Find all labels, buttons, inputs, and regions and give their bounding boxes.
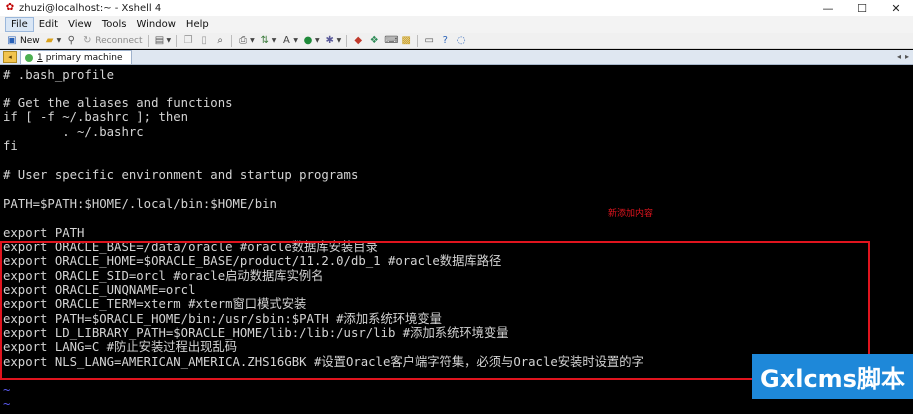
terminal-line: export ORACLE_SID=orcl #oracle启动数据库实例名 <box>3 269 324 283</box>
menu-bar: File Edit View Tools Window Help <box>0 16 913 33</box>
new-session-button[interactable]: ▣ New <box>4 34 42 48</box>
terminal-line: export LANG=C #防止安装过程出现乱码 <box>3 340 238 354</box>
folder-icon: ▰ <box>45 34 54 46</box>
terminal-line: PATH=$PATH:$HOME/.local/bin:$HOME/bin <box>3 197 277 211</box>
transfer-icon: ⇅ <box>260 34 269 46</box>
tab-scroll-left-icon[interactable]: ◂ <box>897 52 901 61</box>
chevron-down-icon: ▼ <box>336 37 342 44</box>
menu-help[interactable]: Help <box>181 17 214 32</box>
compose-button[interactable]: ▭ <box>421 34 437 48</box>
script-button[interactable]: ✱ ▼ <box>322 34 344 48</box>
link-icon: ⚲ <box>67 34 75 46</box>
new-session-label: New <box>20 35 40 46</box>
keyboard-button[interactable]: ⌨ <box>382 34 398 48</box>
properties-button[interactable]: ▤ ▼ <box>152 34 174 48</box>
find-button[interactable]: ⌕ <box>212 34 228 48</box>
terminal-line: if [ -f ~/.bashrc ]; then <box>3 110 189 124</box>
annotation-note: 新添加内容 <box>608 209 654 219</box>
paste-icon: ▯ <box>201 34 207 46</box>
terminal-line: export ORACLE_HOME=$ORACLE_BASE/product/… <box>3 254 502 268</box>
chevron-down-icon: ▼ <box>56 37 62 44</box>
reconnect-icon: ↻ <box>83 34 92 46</box>
session-tab-bar: ◂ 1 primary machine ◂ ▸ <box>0 50 913 65</box>
terminal-line: fi <box>3 139 18 153</box>
xftp-button[interactable]: ◆ <box>350 34 366 48</box>
menu-window[interactable]: Window <box>131 17 180 32</box>
chevron-down-icon: ▼ <box>166 37 172 44</box>
terminal-empty-line-marker: ~ <box>3 397 11 411</box>
help-button[interactable]: ? <box>437 34 453 48</box>
terminal-line: export LD_LIBRARY_PATH=$ORACLE_HOME/lib:… <box>3 326 509 340</box>
terminal-line: export ORACLE_BASE=/data/oracle #oracle数… <box>3 240 378 254</box>
toolbar: ▣ New ▰ ▼ ⚲ ↻ Reconnect ▤ ▼ ❐ ▯ ⌕ ⎙ ▼ ⇅ … <box>0 33 913 49</box>
tab-primary-machine[interactable]: 1 primary machine <box>20 50 132 64</box>
copy-button[interactable]: ❐ <box>180 34 196 48</box>
tab-scroll-right-icon[interactable]: ▸ <box>905 52 909 61</box>
search-icon: ⌕ <box>217 34 223 46</box>
terminal-line: export PATH <box>3 226 85 240</box>
font-icon: A <box>282 34 290 46</box>
terminal-line: . ~/.bashrc <box>3 125 144 139</box>
toolbar-separator <box>417 34 419 47</box>
xshell-app-icon: ✿ <box>5 2 15 13</box>
terminal-line: export ORACLE_UNQNAME=orcl <box>3 283 196 297</box>
reconnect-label: Reconnect <box>95 35 143 46</box>
chevron-down-icon: ▼ <box>315 37 320 44</box>
link-button[interactable]: ⚲ <box>63 34 79 48</box>
reconnect-button[interactable]: ↻ Reconnect <box>79 34 144 48</box>
terminal-line: # Get the aliases and functions <box>3 96 233 110</box>
watermark-logo: Gxlcms脚本 <box>752 354 913 399</box>
keyboard-icon: ⌨ <box>384 34 399 46</box>
color-scheme-button[interactable]: ● ▼ <box>300 34 322 48</box>
tab-number: 1 <box>37 52 43 63</box>
tunnel-button[interactable]: ❖ <box>366 34 382 48</box>
lock-icon: ▩ <box>401 34 411 46</box>
help-icon: ? <box>442 34 448 46</box>
compose-icon: ▭ <box>424 34 434 46</box>
terminal-empty-line-marker: ~ <box>3 383 11 397</box>
menu-view[interactable]: View <box>63 17 97 32</box>
chat-button[interactable]: ◌ <box>453 34 469 48</box>
terminal-line: export ORACLE_TERM=xterm #xterm窗口模式安装 <box>3 297 307 311</box>
terminal-line: # User specific environment and startup … <box>3 168 359 182</box>
menu-tools[interactable]: Tools <box>97 17 132 32</box>
toolbar-separator <box>147 34 149 47</box>
tunnel-icon: ❖ <box>369 34 379 46</box>
print-button[interactable]: ⎙ ▼ <box>235 34 257 48</box>
toolbar-separator <box>346 34 348 47</box>
paste-button[interactable]: ▯ <box>196 34 212 48</box>
toolbar-separator <box>231 34 233 47</box>
chevron-down-icon: ▼ <box>271 37 277 44</box>
tab-navigation: ◂ ▸ <box>897 52 909 61</box>
maximize-button[interactable]: ☐ <box>845 0 879 16</box>
xftp-icon: ◆ <box>354 34 363 46</box>
connected-status-icon <box>25 53 33 62</box>
transfer-button[interactable]: ⇅ ▼ <box>257 34 279 48</box>
new-session-icon: ▣ <box>7 34 17 46</box>
terminal-line: export PATH=$ORACLE_HOME/bin:/usr/sbin:$… <box>3 312 442 326</box>
color-scheme-icon: ● <box>303 34 313 46</box>
font-button[interactable]: A ▼ <box>278 34 300 48</box>
print-icon: ⎙ <box>239 34 248 46</box>
properties-icon: ▤ <box>154 34 165 46</box>
window-controls: — ☐ ✕ <box>811 0 913 16</box>
chevron-down-icon: ▼ <box>293 37 299 44</box>
chat-icon: ◌ <box>456 34 466 46</box>
lock-button[interactable]: ▩ <box>398 34 414 48</box>
session-manager-icon[interactable]: ◂ <box>3 51 17 63</box>
menu-file[interactable]: File <box>5 17 34 32</box>
chevron-down-icon: ▼ <box>250 37 255 44</box>
tab-label: primary machine <box>45 52 123 63</box>
close-button[interactable]: ✕ <box>879 0 913 16</box>
open-button[interactable]: ▰ ▼ <box>42 34 64 48</box>
script-icon: ✱ <box>325 34 334 46</box>
terminal-line: export NLS_LANG=AMERICAN_AMERICA.ZHS16GB… <box>3 355 644 369</box>
title-bar: ✿ zhuzi@localhost:~ - Xshell 4 — ☐ ✕ <box>0 0 913 16</box>
copy-icon: ❐ <box>183 34 193 46</box>
terminal-line: # .bash_profile <box>3 68 115 82</box>
window-title: zhuzi@localhost:~ - Xshell 4 <box>19 2 162 14</box>
menu-edit[interactable]: Edit <box>34 17 63 32</box>
minimize-button[interactable]: — <box>811 0 845 16</box>
toolbar-separator <box>176 34 178 47</box>
